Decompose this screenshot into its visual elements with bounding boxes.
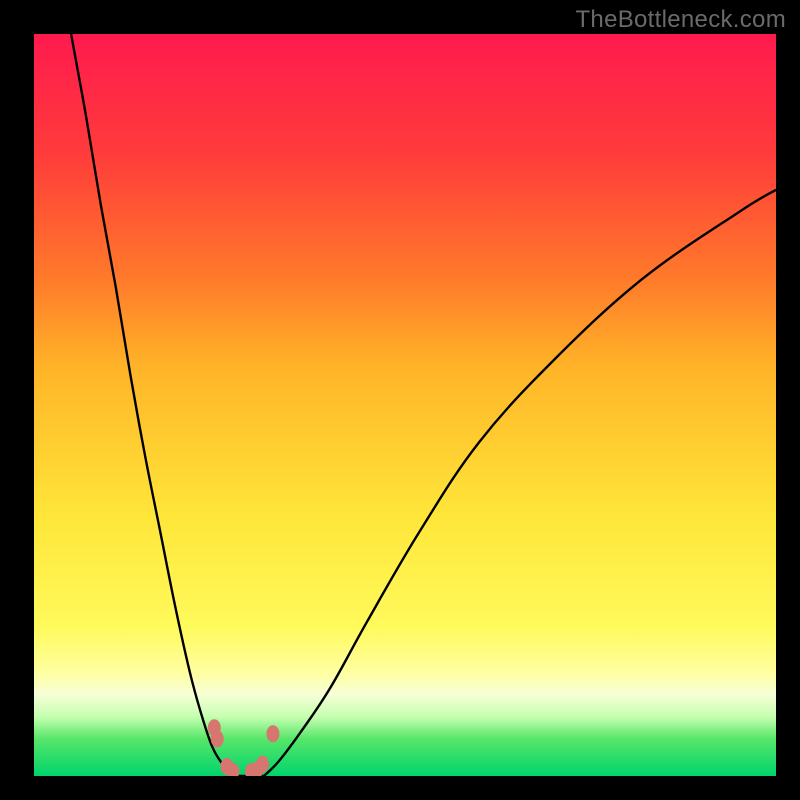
right-curve <box>264 190 776 776</box>
chart-svg <box>34 34 776 776</box>
left-curve <box>71 34 234 776</box>
chart-plot-area <box>34 34 776 776</box>
data-marker <box>211 730 224 747</box>
data-marker <box>266 725 279 742</box>
data-markers <box>208 719 280 776</box>
data-marker <box>256 756 269 773</box>
watermark-text: TheBottleneck.com <box>575 6 786 34</box>
